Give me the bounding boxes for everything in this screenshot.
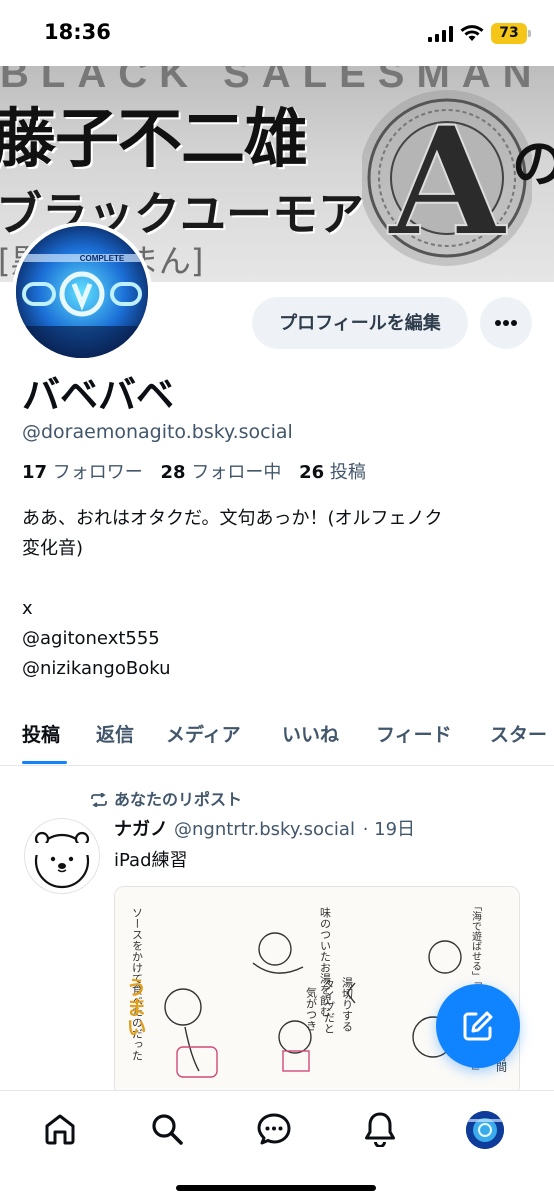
bio-line: x <box>22 598 33 619</box>
avatar-image: COMPLETE <box>16 226 148 358</box>
more-icon <box>495 320 517 326</box>
posts-count: 26 <box>299 462 325 483</box>
signal-icon <box>428 26 453 42</box>
bio-line: ああ、おれはオタクだ。文句あっか！(オルフェノク <box>22 508 443 529</box>
compose-button[interactable] <box>436 984 520 1068</box>
posts-label: 投稿 <box>329 462 366 483</box>
status-time: 18:36 <box>44 20 111 44</box>
home-icon <box>45 1114 75 1145</box>
nav-search[interactable] <box>147 1109 187 1149</box>
tab-replies[interactable]: 返信 <box>96 720 134 747</box>
post-author-avatar[interactable] <box>24 818 100 894</box>
tab-posts[interactable]: 投稿 <box>22 720 60 747</box>
nav-chat[interactable] <box>254 1109 294 1149</box>
repost-icon <box>91 793 107 807</box>
tab-media[interactable]: メディア <box>166 720 241 747</box>
tab-feeds[interactable]: フィード <box>376 720 452 747</box>
profile-tabs: 投稿 返信 メディア いいね フィード スター <box>0 716 554 766</box>
post-author-handle[interactable]: @ngntrtr.bsky.social <box>174 819 355 840</box>
bio-link-niziknago[interactable]: @nizikangoBoku <box>22 654 542 684</box>
bio-line: 変化音) <box>22 538 84 559</box>
profile-stats: 17 フォロワー 28 フォロー中 26 投稿 <box>22 458 378 484</box>
repost-label: あなたのリポスト <box>114 790 243 809</box>
post-author-line[interactable]: ナガノ @ngntrtr.bsky.social · 19日 <box>114 815 415 841</box>
banner-no: の <box>512 135 554 195</box>
profile-avatar-icon <box>466 1111 504 1149</box>
bio-link-agito[interactable]: @agitonext555 <box>22 624 542 654</box>
posts-stat: 26 投稿 <box>299 462 378 483</box>
nav-profile-avatar[interactable] <box>466 1111 504 1149</box>
display-name: バベバベ <box>22 373 175 417</box>
following-count: 28 <box>160 462 186 483</box>
following-stat[interactable]: 28 フォロー中 <box>161 462 294 483</box>
bell-icon <box>365 1112 395 1147</box>
chat-icon <box>257 1113 291 1145</box>
profile-bio: ああ、おれはオタクだ。文句あっか！(オルフェノク 変化音) x @agitone… <box>22 504 542 684</box>
search-icon <box>152 1114 183 1145</box>
image-text-4: 湯切りする <box>341 977 354 1032</box>
post-text: iPad練習 <box>114 850 188 871</box>
profile-avatar[interactable]: COMPLETE <box>12 222 152 362</box>
bottom-nav <box>0 1090 554 1200</box>
nav-home[interactable] <box>40 1109 80 1149</box>
nav-notifications[interactable] <box>360 1109 400 1149</box>
home-indicator <box>176 1185 376 1191</box>
post-author-name[interactable]: ナガノ <box>114 819 168 840</box>
bear-avatar-image <box>34 831 90 889</box>
active-tab-indicator <box>22 761 67 764</box>
battery-indicator: 73 <box>491 23 531 44</box>
image-text-2: うまい <box>123 977 147 1037</box>
wifi-icon <box>460 25 484 41</box>
compose-icon <box>463 1011 493 1041</box>
edit-profile-button[interactable]: プロフィールを編集 <box>252 297 468 349</box>
profile-handle: @doraemonagito.bsky.social <box>22 421 293 443</box>
image-text-5: タイプだと <box>323 979 336 1034</box>
avatar-text: COMPLETE <box>80 254 125 263</box>
banner-letter: A <box>387 94 508 270</box>
repost-indicator[interactable]: あなたのリポスト <box>90 786 242 810</box>
bio-line <box>22 564 542 594</box>
post-time: · 19日 <box>362 819 416 840</box>
status-bar: 18:36 73 <box>0 0 554 66</box>
image-text-6: 気がつき <box>305 986 318 1031</box>
banner-title: 藤子不二雄 <box>0 103 308 177</box>
followers-label: フォロワー <box>52 462 143 483</box>
banner-emblem: A <box>362 90 532 271</box>
more-button[interactable] <box>480 297 532 349</box>
tab-likes[interactable]: いいね <box>282 720 339 747</box>
tab-starter-packs[interactable]: スター <box>490 720 547 747</box>
following-label: フォロー中 <box>191 462 282 483</box>
followers-stat[interactable]: 17 フォロワー <box>22 462 155 483</box>
followers-count: 17 <box>22 462 48 483</box>
